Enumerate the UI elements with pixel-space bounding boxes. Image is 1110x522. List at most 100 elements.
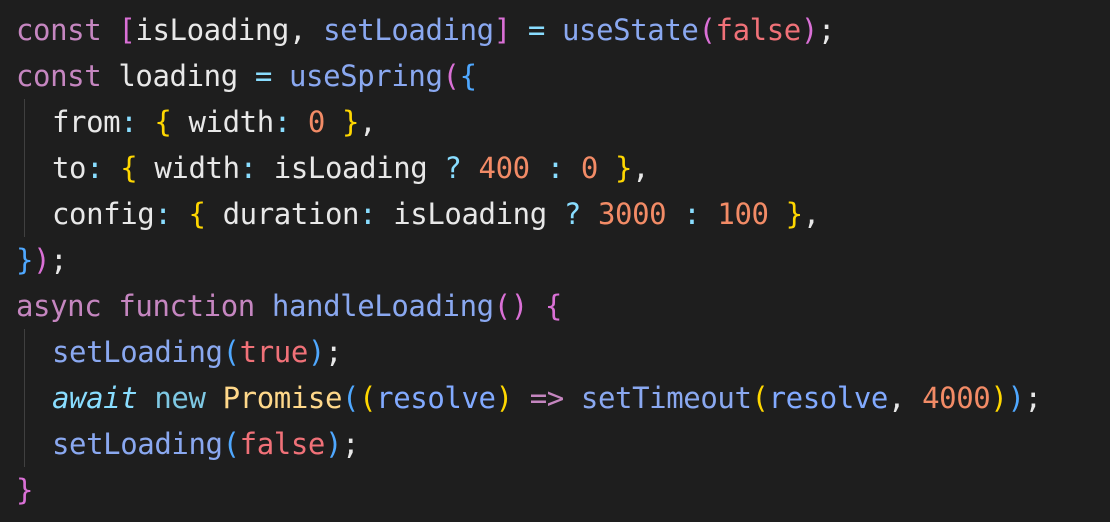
code-token: handleLoading bbox=[271, 289, 494, 323]
code-line[interactable]: from: { width: 0 }, bbox=[16, 99, 1042, 145]
indent-guide bbox=[24, 99, 25, 145]
code-block[interactable]: const [isLoading, setLoading] = useState… bbox=[16, 7, 1042, 513]
code-token: ( bbox=[342, 381, 360, 415]
code-token: ) bbox=[33, 243, 51, 277]
code-token: false bbox=[239, 427, 326, 461]
code-line[interactable]: setLoading(true); bbox=[16, 329, 1042, 375]
code-token: ) bbox=[324, 427, 343, 461]
code-line[interactable]: setLoading(false); bbox=[16, 421, 1042, 467]
code-token: config bbox=[52, 197, 155, 231]
code-line[interactable]: await new Promise((resolve) => setTimeou… bbox=[16, 375, 1042, 421]
code-token: await bbox=[52, 381, 138, 415]
code-token: ) bbox=[800, 13, 818, 47]
code-token: , bbox=[632, 151, 650, 185]
code-token: : bbox=[239, 151, 274, 185]
code-token: ( bbox=[359, 381, 377, 415]
code-token: useSpring bbox=[288, 59, 443, 93]
code-token: ) bbox=[307, 335, 325, 369]
code-token: } bbox=[615, 151, 633, 185]
code-token: setLoading bbox=[52, 427, 223, 461]
code-token: [ bbox=[118, 13, 136, 47]
code-token: 400 bbox=[478, 151, 531, 185]
code-token: { bbox=[188, 197, 206, 231]
indent-guide bbox=[24, 145, 25, 191]
code-token: function bbox=[118, 289, 255, 323]
code-token: from bbox=[52, 105, 121, 139]
code-token: width bbox=[137, 151, 240, 185]
code-token: { bbox=[459, 59, 477, 93]
code-token: : bbox=[546, 151, 564, 185]
code-token: isLoading bbox=[135, 13, 289, 47]
code-token: : bbox=[86, 151, 121, 185]
code-token: async bbox=[16, 289, 102, 323]
code-token: , bbox=[802, 197, 820, 231]
code-token: ; bbox=[324, 335, 343, 369]
code-token: => bbox=[529, 381, 565, 415]
code-token: : bbox=[359, 197, 394, 231]
code-token: ) bbox=[495, 381, 513, 415]
code-token: loading bbox=[101, 59, 255, 93]
code-token: 0 bbox=[307, 105, 325, 139]
code-token: ; bbox=[1024, 381, 1042, 415]
code-token: isLoading bbox=[393, 197, 564, 231]
code-token: } bbox=[342, 105, 360, 139]
code-token: ? bbox=[444, 151, 462, 185]
code-line[interactable]: to: { width: isLoading ? 400 : 0 }, bbox=[16, 145, 1042, 191]
code-token: = bbox=[510, 13, 562, 47]
code-token: resolve bbox=[376, 381, 496, 415]
code-token: ; bbox=[817, 13, 835, 47]
code-token: ( bbox=[751, 381, 769, 415]
code-editor[interactable]: const [isLoading, setLoading] = useState… bbox=[0, 0, 1110, 522]
code-token: to bbox=[52, 151, 87, 185]
code-token: , bbox=[359, 105, 377, 139]
code-token: new bbox=[154, 381, 206, 415]
code-token: { bbox=[544, 289, 562, 323]
code-token: width bbox=[171, 105, 274, 139]
code-token: : bbox=[683, 197, 701, 231]
code-token: ( bbox=[222, 427, 240, 461]
code-token: ( bbox=[698, 13, 716, 47]
code-token: ? bbox=[563, 197, 581, 231]
code-line[interactable]: }); bbox=[16, 237, 1042, 283]
code-token: 0 bbox=[580, 151, 598, 185]
code-token: 100 bbox=[717, 197, 769, 231]
code-token: setTimeout bbox=[580, 381, 752, 415]
code-token: , bbox=[288, 13, 324, 47]
code-token: false bbox=[715, 13, 802, 47]
code-token: { bbox=[154, 105, 172, 139]
code-token: setLoading bbox=[52, 335, 223, 369]
code-token: : bbox=[154, 197, 189, 231]
code-token: Promise bbox=[222, 381, 343, 415]
code-token: ) bbox=[1007, 381, 1025, 415]
code-token: , bbox=[888, 381, 923, 415]
code-line[interactable]: const loading = useSpring({ bbox=[16, 53, 1042, 99]
code-token: ] bbox=[493, 13, 511, 47]
code-line[interactable]: config: { duration: isLoading ? 3000 : 1… bbox=[16, 191, 1042, 237]
code-line[interactable]: async function handleLoading() { bbox=[16, 283, 1042, 329]
code-token: } bbox=[785, 197, 803, 231]
code-line[interactable]: } bbox=[16, 467, 1042, 513]
code-token: } bbox=[16, 473, 34, 507]
code-token: resolve bbox=[768, 381, 889, 415]
code-token: 4000 bbox=[922, 381, 991, 415]
code-token: ( bbox=[222, 335, 240, 369]
code-token: () bbox=[493, 289, 529, 323]
code-token: const bbox=[16, 13, 102, 47]
code-token: = bbox=[254, 59, 272, 93]
code-line[interactable]: const [isLoading, setLoading] = useState… bbox=[16, 7, 1042, 53]
code-token: duration bbox=[205, 197, 360, 231]
